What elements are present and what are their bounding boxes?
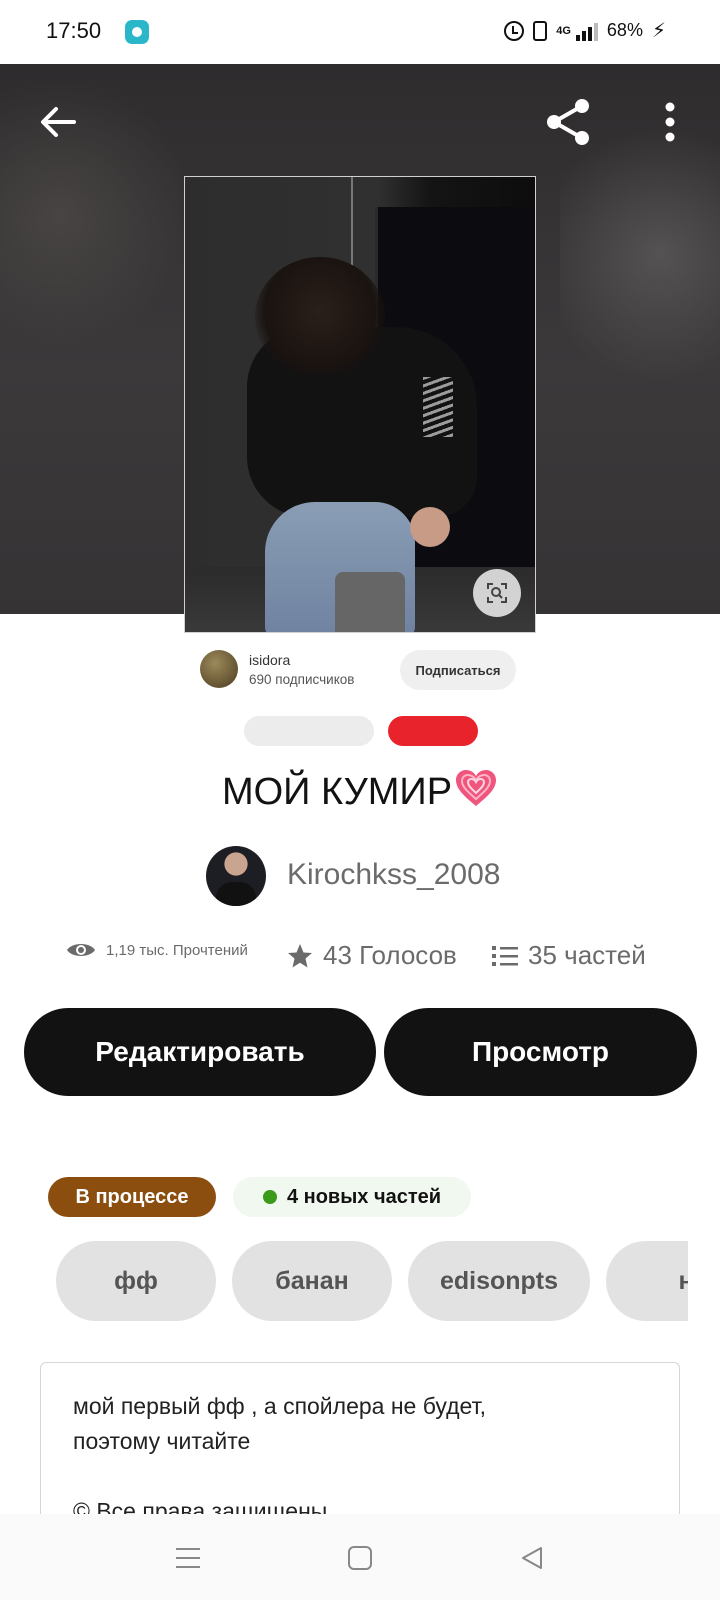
status-indicators: 4G 68% ⚡ (504, 18, 666, 43)
new-parts-label: 4 новых частей (286, 1185, 442, 1208)
tag-chip[interactable]: edisonpts (408, 1241, 590, 1321)
image-search-icon (487, 583, 507, 603)
new-parts-dot-icon (262, 1190, 277, 1204)
share-icon (547, 99, 589, 145)
home-button[interactable] (340, 1542, 380, 1574)
home-square-icon (348, 1546, 372, 1570)
status-bar: 17:50 4G 68% ⚡ (0, 0, 720, 64)
back-arrow-icon (41, 107, 76, 137)
tag-chip[interactable]: фф (56, 1241, 216, 1321)
story-title: МОЙ КУМИР (0, 768, 720, 814)
status-time: 17:50 (46, 18, 102, 43)
system-navigation-bar (0, 1514, 720, 1600)
app-notification-icon (125, 20, 149, 44)
embedded-avatar (200, 650, 238, 688)
network-type: 4G (556, 24, 571, 37)
battery-charging-icon: ⚡ (651, 20, 666, 42)
story-stats: 1,19 тыс. Прочтений 43 Голосов 35 частей (0, 940, 720, 980)
embedded-profile-name: isidora (249, 652, 291, 668)
more-vertical-icon (665, 102, 675, 142)
eye-icon (67, 944, 95, 956)
embedded-profile-followers: 690 подписчиков (249, 672, 355, 687)
embedded-subscribe-label: Подписаться (400, 650, 516, 690)
menu-icon (176, 1548, 200, 1568)
description-text: мой первый фф , а спойлера не будет, поэ… (73, 1393, 486, 1514)
list-icon (492, 945, 518, 966)
share-button[interactable] (538, 92, 598, 152)
story-cover-image[interactable] (184, 176, 536, 633)
hero-blur-left (0, 64, 180, 364)
parts-count: 35 частей (528, 940, 646, 970)
story-title-text: МОЙ КУМИР (221, 771, 453, 813)
battery-level: 68% (606, 20, 643, 40)
tag-chip[interactable]: н (606, 1241, 688, 1321)
recent-apps-button[interactable] (168, 1542, 208, 1574)
vibrate-icon (533, 20, 548, 41)
cover-embedded-profile: isidora 690 подписчиков Подписаться (196, 634, 526, 746)
tags-list[interactable]: фф банан edisonpts н (56, 1241, 688, 1323)
votes-count: 43 Голосов (323, 940, 457, 970)
parts-stat: 35 частей (492, 940, 646, 971)
image-search-button[interactable] (473, 569, 521, 617)
growing-heart-icon (456, 770, 497, 806)
more-options-button[interactable] (650, 94, 690, 150)
new-parts-badge: 4 новых частей (233, 1177, 471, 1217)
alarm-icon (504, 20, 525, 41)
signal-icon (575, 21, 598, 41)
reads-count: 1,19 тыс. Прочтений (106, 941, 248, 959)
story-description: мой первый фф , а спойлера не будет, поэ… (40, 1362, 680, 1514)
edit-button[interactable]: Редактировать (24, 1008, 376, 1096)
star-icon (288, 943, 312, 967)
back-triangle-icon (522, 1547, 542, 1569)
tag-chip[interactable]: банан (232, 1241, 392, 1321)
reads-stat: 1,19 тыс. Прочтений (66, 940, 248, 960)
preview-button[interactable]: Просмотр (384, 1008, 697, 1096)
back-button[interactable] (30, 94, 86, 150)
author-name-link[interactable]: Kirochkss_2008 (287, 858, 500, 892)
system-back-button[interactable] (512, 1542, 552, 1574)
votes-stat: 43 Голосов (287, 940, 457, 971)
author-avatar[interactable] (206, 846, 266, 906)
in-progress-badge: В процессе (48, 1177, 216, 1217)
